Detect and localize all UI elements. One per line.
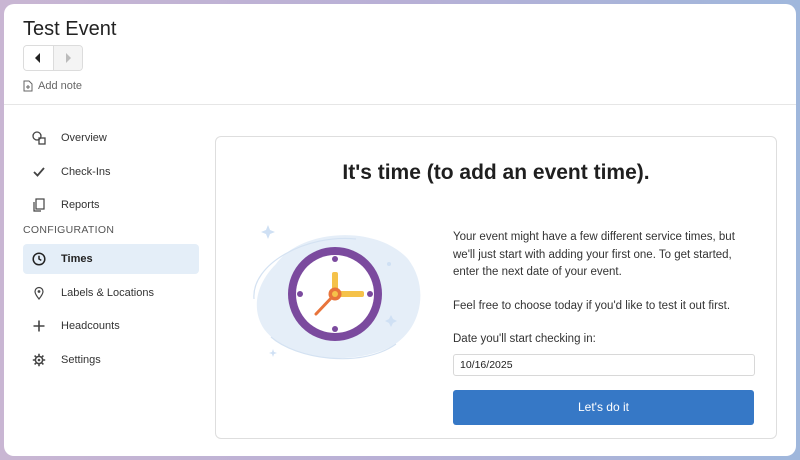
sidebar-item-overview[interactable]: Overview [23,123,199,153]
sidebar-item-reports[interactable]: Reports [23,190,199,220]
sidebar-item-label: Reports [61,199,100,212]
lets-do-it-button[interactable]: Let's do it [453,389,754,425]
add-note-label: Add note [38,80,83,92]
hint-paragraph: Feel free to choose today if you'd like … [453,299,731,312]
date-input[interactable] [453,353,755,376]
intro-paragraph: Your event might have a few different se… [453,231,735,278]
location-pin-icon [32,286,46,300]
page-title: Test Event [23,18,117,40]
caret-left-icon [35,53,41,63]
check-icon [32,165,46,179]
sidebar-item-check-ins[interactable]: Check-Ins [23,157,199,187]
add-note-link[interactable]: Add note [23,80,82,92]
page-header: Test Event Add note [4,4,796,105]
card-heading: It's time (to add an event time). [342,161,650,184]
configuration-section-label: CONFIGURATION [23,224,115,237]
sidebar-item-label: Settings [61,354,101,367]
next-button[interactable] [53,46,82,70]
sidebar-item-label: Times [61,253,93,266]
app-window: Test Event Add note Overview Check-Ins R… [4,4,796,456]
overview-icon [32,131,46,145]
sidebar-item-labels-locations[interactable]: Labels & Locations [23,278,199,308]
sidebar-item-label: Labels & Locations [61,286,154,299]
plus-icon [32,319,46,333]
sidebar-item-settings[interactable]: Settings [23,345,199,375]
card-content: Your event might have a few different se… [453,229,758,425]
clock-illustration [253,225,421,360]
caret-right-icon [65,53,71,63]
gear-icon [32,353,46,367]
date-label: Date you'll start checking in: [453,333,596,345]
add-time-card: It's time (to add an event time). Your e… [215,136,777,439]
sidebar-item-times[interactable]: Times [23,244,199,275]
sidebar-item-label: Headcounts [61,320,120,333]
clock-icon [32,252,46,266]
note-icon [23,80,33,92]
sidebar-item-headcounts[interactable]: Headcounts [23,311,199,341]
event-nav [23,45,83,71]
sidebar-item-label: Check-Ins [61,165,111,178]
sidebar: Overview Check-Ins Reports CONFIGURATION… [23,123,199,379]
sidebar-item-label: Overview [61,132,107,144]
reports-icon [32,198,46,212]
previous-button[interactable] [24,46,54,70]
